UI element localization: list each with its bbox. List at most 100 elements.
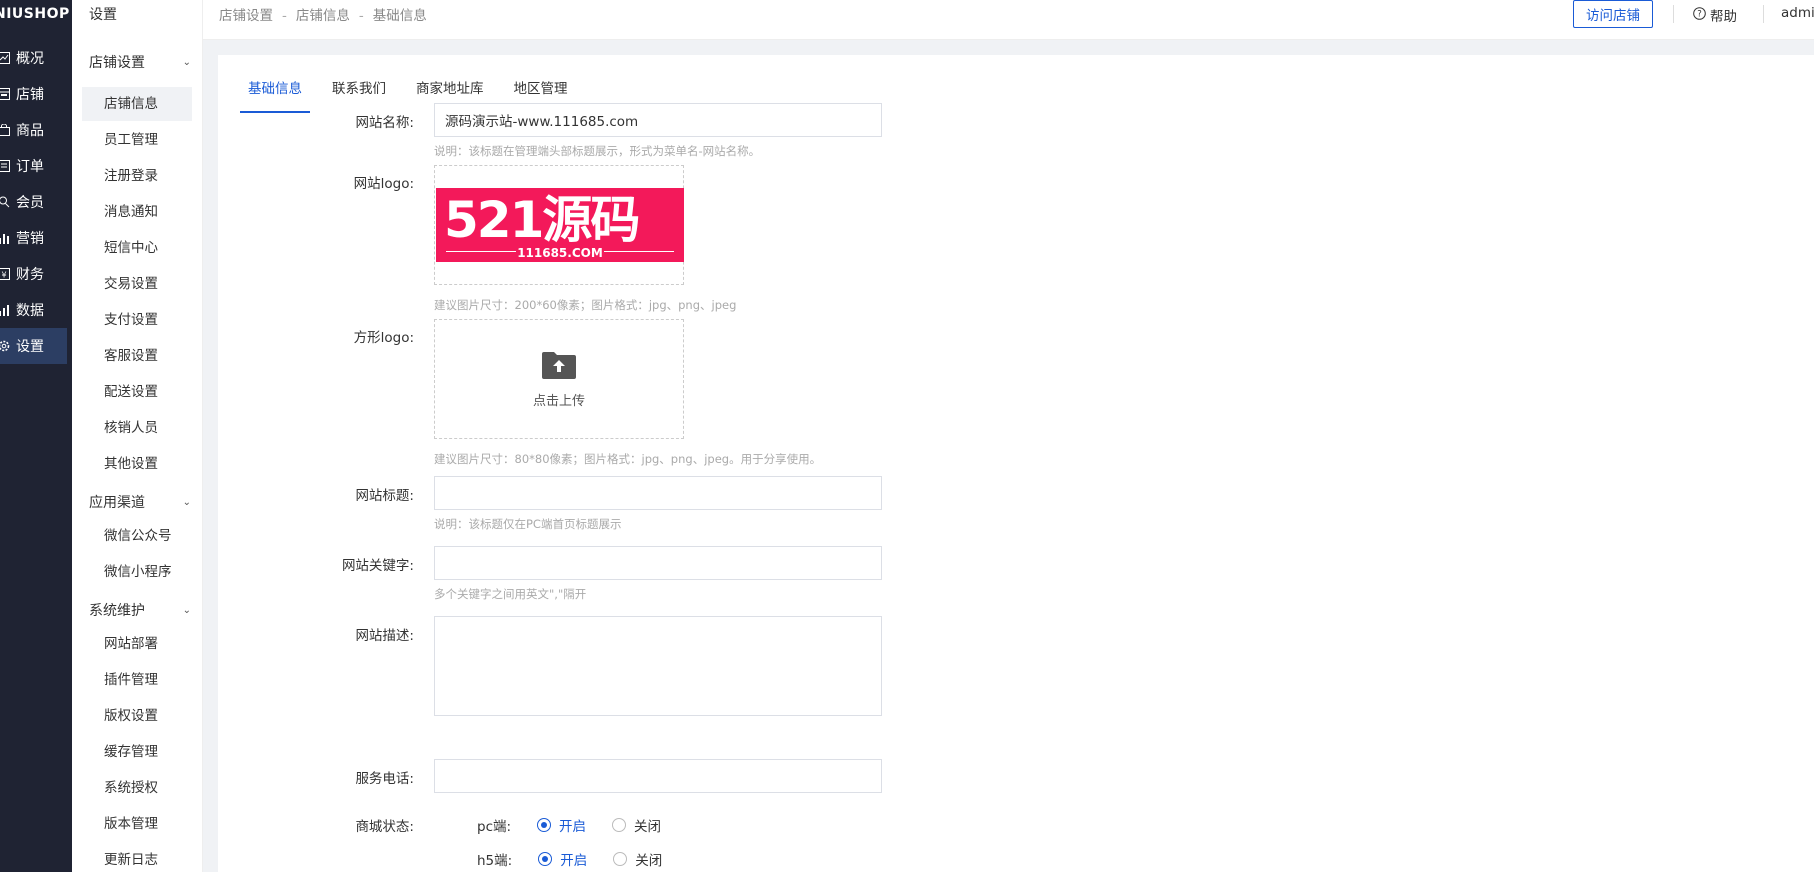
user-icon: [0, 196, 16, 208]
sidebar-item-other[interactable]: 其他设置: [82, 447, 192, 481]
radio-dot: [612, 818, 627, 832]
breadcrumb-separator: -: [358, 8, 364, 24]
tab-basic-info[interactable]: 基础信息: [240, 77, 310, 113]
logo-text: 521源码: [444, 191, 640, 249]
sidebar-item-cache[interactable]: 缓存管理: [82, 735, 192, 769]
sidebar-item-delivery[interactable]: 配送设置: [82, 375, 192, 409]
finance-icon: ¥: [0, 268, 16, 280]
upload-text: 点击上传: [532, 393, 585, 409]
breadcrumb-separator: -: [282, 8, 287, 24]
question-circle-icon: ?: [1693, 6, 1706, 24]
description-textarea[interactable]: [434, 616, 882, 716]
site-name-input[interactable]: [434, 103, 882, 137]
breadcrumb: 店铺设置 - 店铺信息 - 基础信息: [219, 4, 427, 24]
sidebar-item-version[interactable]: 版本管理: [82, 807, 192, 841]
sidebar-item-changelog[interactable]: 更新日志: [82, 843, 192, 872]
rail-item-settings[interactable]: 设置: [0, 328, 67, 364]
square-logo-upload[interactable]: 点击上传: [434, 319, 684, 439]
rail-item-orders[interactable]: 订单: [0, 148, 67, 184]
chevron-down-icon: ⌄: [182, 56, 191, 68]
rail-item-members[interactable]: 会员: [0, 184, 67, 220]
radio-label: 关闭: [635, 853, 663, 869]
rail-item-marketing[interactable]: 营销: [0, 220, 67, 256]
site-logo-upload[interactable]: 521源码 111685.COM: [434, 165, 684, 285]
pc-off-radio[interactable]: 关闭: [612, 815, 661, 835]
svg-text:¥: ¥: [1, 271, 6, 280]
main-card: 基础信息 联系我们 商家地址库 地区管理 网站名称: 说明：该标题在管理端头部标…: [218, 55, 1814, 872]
site-title-label: 网站标题:: [355, 488, 414, 504]
rail-label: 营销: [16, 231, 44, 247]
rail-label: 店铺: [16, 87, 44, 103]
sidebar-item-trade[interactable]: 交易设置: [82, 267, 192, 301]
chevron-down-icon: ⌄: [182, 604, 191, 616]
divider: [1673, 5, 1674, 23]
rail-item-goods[interactable]: 商品: [0, 112, 67, 148]
rail-item-finance[interactable]: ¥ 财务: [0, 256, 67, 292]
site-logo-image: 521源码 111685.COM: [436, 188, 684, 262]
chart-icon: [0, 52, 16, 64]
description-label: 网站描述:: [355, 628, 414, 644]
rail-label: 订单: [16, 159, 44, 175]
data-icon: [0, 304, 16, 316]
user-name[interactable]: admin: [1781, 5, 1814, 21]
brand-logo: NIUSHOP: [0, 6, 70, 22]
sidebar-item-store-info[interactable]: 店铺信息: [82, 87, 192, 121]
pc-label: pc端:: [477, 819, 512, 835]
rail-label: 会员: [16, 195, 44, 211]
breadcrumb-item[interactable]: 店铺信息: [296, 8, 350, 24]
h5-on-radio[interactable]: 开启: [538, 849, 587, 869]
h5-label: h5端:: [477, 853, 513, 869]
site-title-input[interactable]: [434, 476, 882, 510]
order-icon: [0, 160, 16, 172]
breadcrumb-item[interactable]: 店铺设置: [219, 8, 273, 24]
mall-status-label: 商城状态:: [355, 819, 414, 835]
top-bar: 店铺设置-店铺信息-基础信息 访问店铺 ? 帮助 admin: [203, 0, 1814, 40]
sidebar-item-wechat-mp[interactable]: 微信公众号: [82, 519, 192, 553]
site-name-label: 网站名称:: [355, 115, 414, 131]
group-label: 系统维护: [89, 603, 145, 619]
keywords-hint: 多个关键字之间用英文","隔开: [434, 587, 587, 601]
sidebar-item-staff[interactable]: 员工管理: [82, 123, 192, 157]
sidebar-item-plugins[interactable]: 插件管理: [82, 663, 192, 697]
visit-store-button[interactable]: 访问店铺: [1573, 0, 1653, 28]
help-link[interactable]: ? 帮助: [1693, 5, 1737, 25]
sidebar-group-store-settings[interactable]: 店铺设置 ⌄: [89, 52, 191, 72]
sidebar-item-copyright[interactable]: 版权设置: [82, 699, 192, 733]
sidebar-item-license[interactable]: 系统授权: [82, 771, 192, 805]
sidebar-group-channels[interactable]: 应用渠道 ⌄: [89, 492, 191, 512]
radio-label: 开启: [560, 853, 588, 869]
sidebar-item-service[interactable]: 客服设置: [82, 339, 192, 373]
service-phone-input[interactable]: [434, 759, 882, 793]
logo-subtext: 111685.COM: [517, 246, 603, 260]
sidebar-item-deploy[interactable]: 网站部署: [82, 627, 192, 661]
h5-off-radio[interactable]: 关闭: [613, 849, 662, 869]
sidebar-item-notify[interactable]: 消息通知: [82, 195, 192, 229]
rail-item-overview[interactable]: 概况: [0, 40, 67, 76]
store-icon: [0, 88, 16, 100]
group-label: 店铺设置: [89, 55, 145, 71]
rail-label: 数据: [16, 303, 44, 319]
sidebar-item-sms[interactable]: 短信中心: [82, 231, 192, 265]
divider: [1763, 5, 1764, 23]
sidebar-item-register[interactable]: 注册登录: [82, 159, 192, 193]
sidebar-group-maintenance[interactable]: 系统维护 ⌄: [89, 600, 191, 620]
rail-item-data[interactable]: 数据: [0, 292, 67, 328]
pc-on-radio[interactable]: 开启: [537, 815, 586, 835]
rail-item-store[interactable]: 店铺: [0, 76, 67, 112]
bag-icon: [0, 124, 16, 136]
pc-status-row: pc端: 开启 关闭: [477, 815, 661, 835]
sidebar-item-wechat-mini[interactable]: 微信小程序: [82, 555, 192, 589]
site-logo-label: 网站logo:: [353, 176, 414, 192]
sidebar-item-verifier[interactable]: 核销人员: [82, 411, 192, 445]
help-label: 帮助: [1710, 9, 1737, 25]
tab-contact[interactable]: 联系我们: [328, 77, 390, 107]
main-nav-rail: NIUSHOP 概况 店铺 商品 订单 会员 营销 ¥ 财务 数据 设置: [0, 0, 72, 872]
bar-icon: [0, 232, 16, 244]
group-label: 应用渠道: [89, 495, 145, 511]
radio-dot: [613, 852, 628, 866]
sidebar-item-payment[interactable]: 支付设置: [82, 303, 192, 337]
keywords-input[interactable]: [434, 546, 882, 580]
radio-dot: [538, 852, 553, 866]
rail-label: 财务: [16, 267, 44, 283]
sidebar-title: 设置: [89, 7, 117, 23]
